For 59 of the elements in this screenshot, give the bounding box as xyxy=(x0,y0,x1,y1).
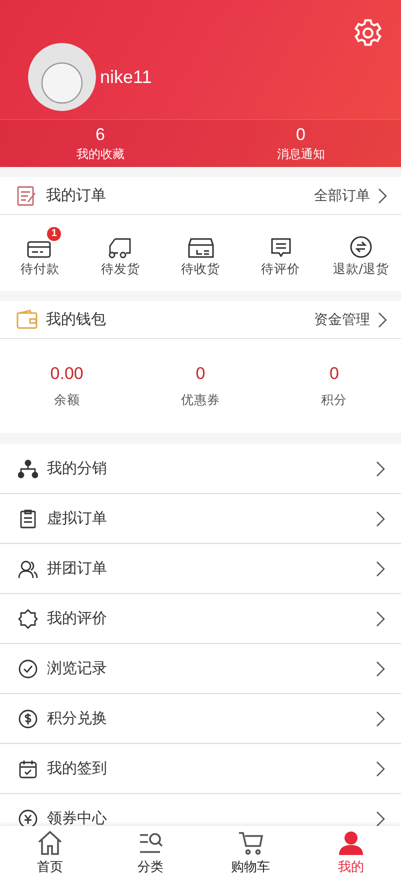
fund-management-link[interactable]: 资金管理 xyxy=(314,310,370,328)
all-orders-link[interactable]: 全部订单 xyxy=(314,186,370,204)
calendar-icon xyxy=(18,758,38,778)
order-status-item[interactable]: 待发货 xyxy=(80,224,160,282)
order-status-item[interactable]: 待收货 xyxy=(160,224,241,282)
hierarchy-icon xyxy=(18,458,38,478)
cart-icon xyxy=(236,830,265,856)
order-status-item[interactable]: 退款/退货 xyxy=(320,224,401,282)
wallet-label[interactable]: 积分 xyxy=(321,392,348,408)
menu-item[interactable]: 虚拟订单 xyxy=(0,494,401,544)
username: nike11 xyxy=(100,66,152,88)
chevron-icon xyxy=(376,560,385,576)
menu-item[interactable]: 拼团订单 xyxy=(0,544,401,594)
chevron-icon xyxy=(378,188,387,204)
chevron-icon xyxy=(376,760,385,776)
coin-icon xyxy=(18,708,38,728)
badge-icon xyxy=(18,608,38,628)
chevron-icon xyxy=(376,460,385,476)
person-icon xyxy=(336,830,365,856)
chevron-icon xyxy=(376,810,385,826)
order-status-item[interactable]: 1 待付款 xyxy=(0,224,80,282)
menu-item[interactable]: 我的签到 xyxy=(0,744,401,794)
section-title: 我的钱包 xyxy=(46,310,107,329)
wallet-value[interactable]: 0 xyxy=(329,364,339,384)
order-list-icon xyxy=(16,184,38,206)
menu-item[interactable]: 积分兑换 xyxy=(0,694,401,744)
coupon-icon xyxy=(18,808,38,826)
settings-icon[interactable] xyxy=(352,17,384,49)
menu-item[interactable]: 我的评价 xyxy=(0,594,401,644)
wallet-value[interactable]: 0.00 xyxy=(50,364,84,384)
stat-label[interactable]: 我的收藏 xyxy=(76,144,124,162)
chevron-icon xyxy=(378,312,387,328)
tab[interactable]: 分类 xyxy=(100,826,200,879)
menu-item[interactable]: 浏览记录 xyxy=(0,644,401,694)
section-title: 我的订单 xyxy=(46,186,107,205)
chevron-icon xyxy=(376,510,385,526)
wallet-label[interactable]: 余额 xyxy=(54,392,80,408)
chevron-icon xyxy=(376,710,385,726)
count-badge: 1 xyxy=(47,226,62,240)
wallet-value[interactable]: 0 xyxy=(196,364,206,384)
order-status-item[interactable]: 待评价 xyxy=(240,224,321,282)
refund-icon xyxy=(348,234,373,258)
truck-icon xyxy=(107,236,134,258)
house-icon xyxy=(36,830,64,856)
tab[interactable]: 购物车 xyxy=(200,826,301,879)
people-icon xyxy=(18,558,38,578)
wallet-icon xyxy=(16,308,38,330)
avatar[interactable] xyxy=(28,43,96,111)
menu-item[interactable]: 我的分销 xyxy=(0,444,401,494)
stat-value[interactable]: 0 xyxy=(296,124,306,144)
chevron-icon xyxy=(376,610,385,626)
clipboard-icon xyxy=(18,508,38,528)
tab[interactable]: 我的 xyxy=(300,826,401,879)
tab[interactable]: 首页 xyxy=(0,826,100,879)
stat-label[interactable]: 消息通知 xyxy=(276,144,325,162)
stat-value[interactable]: 6 xyxy=(96,124,105,144)
box-icon xyxy=(188,236,214,258)
wallet-label[interactable]: 优惠券 xyxy=(181,392,220,408)
chevron-icon xyxy=(376,660,385,676)
